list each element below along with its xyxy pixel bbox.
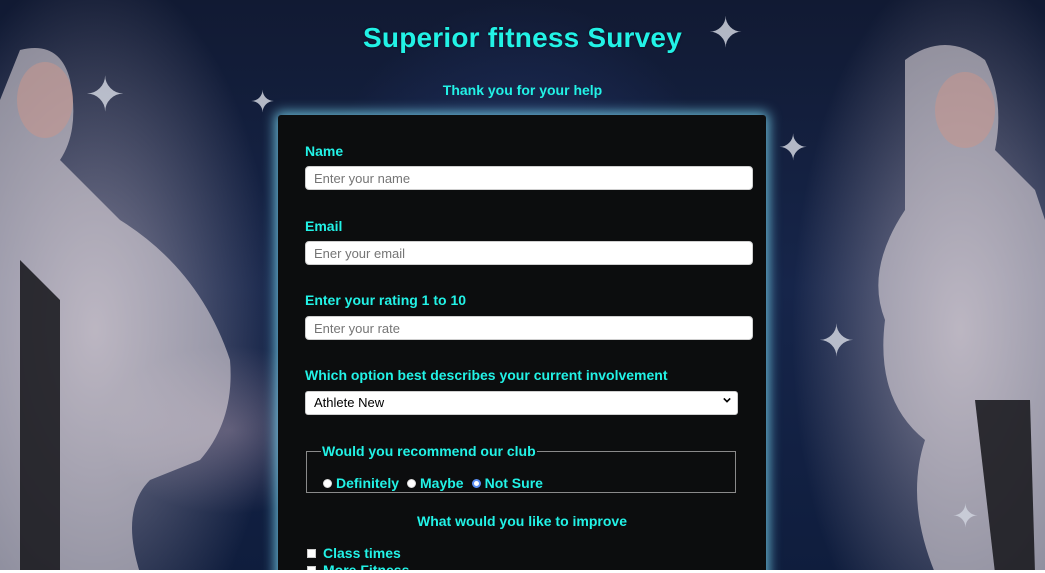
rating-label: Enter your rating 1 to 10	[305, 292, 467, 308]
involvement-select[interactable]: Athlete New	[305, 391, 738, 415]
name-label: Name	[305, 143, 344, 159]
checkbox-class-times-label[interactable]: Class times	[323, 545, 401, 561]
star-decoration-icon: ✦	[778, 127, 809, 168]
radio-definitely[interactable]	[323, 478, 332, 488]
recommend-options: Definitely Maybe Not Sure	[323, 475, 551, 491]
star-decoration-icon: ✦	[818, 317, 855, 366]
email-label: Email	[305, 218, 343, 234]
page-subtitle: Thank you for your help	[442, 82, 603, 98]
radio-maybe-label[interactable]: Maybe	[420, 475, 464, 491]
rating-input[interactable]	[305, 316, 753, 340]
email-input[interactable]	[305, 241, 753, 265]
involvement-selected-value: Athlete New	[314, 395, 385, 410]
radio-maybe[interactable]	[407, 478, 417, 488]
involvement-label: Which option best describes your current…	[305, 367, 668, 383]
chevron-down-icon	[723, 397, 731, 403]
checkbox-row-class-times[interactable]: Class times	[307, 545, 401, 561]
survey-form: Name Email Enter your rating 1 to 10 Whi…	[278, 115, 766, 573]
checkbox-class-times[interactable]	[307, 548, 316, 558]
radio-not-sure[interactable]	[471, 478, 481, 488]
name-input[interactable]	[305, 166, 753, 190]
improve-heading: What would you like to improve	[416, 513, 627, 529]
page-title: Superior fitness Survey	[363, 22, 682, 53]
radio-definitely-label[interactable]: Definitely	[336, 475, 399, 491]
star-decoration-icon: ✦	[952, 498, 979, 534]
athlete-right-image	[878, 45, 1045, 573]
recommend-fieldset: Would you recommend our club Definitely …	[306, 443, 736, 493]
recommend-legend: Would you recommend our club	[322, 443, 536, 459]
radio-not-sure-label[interactable]: Not Sure	[485, 475, 543, 491]
